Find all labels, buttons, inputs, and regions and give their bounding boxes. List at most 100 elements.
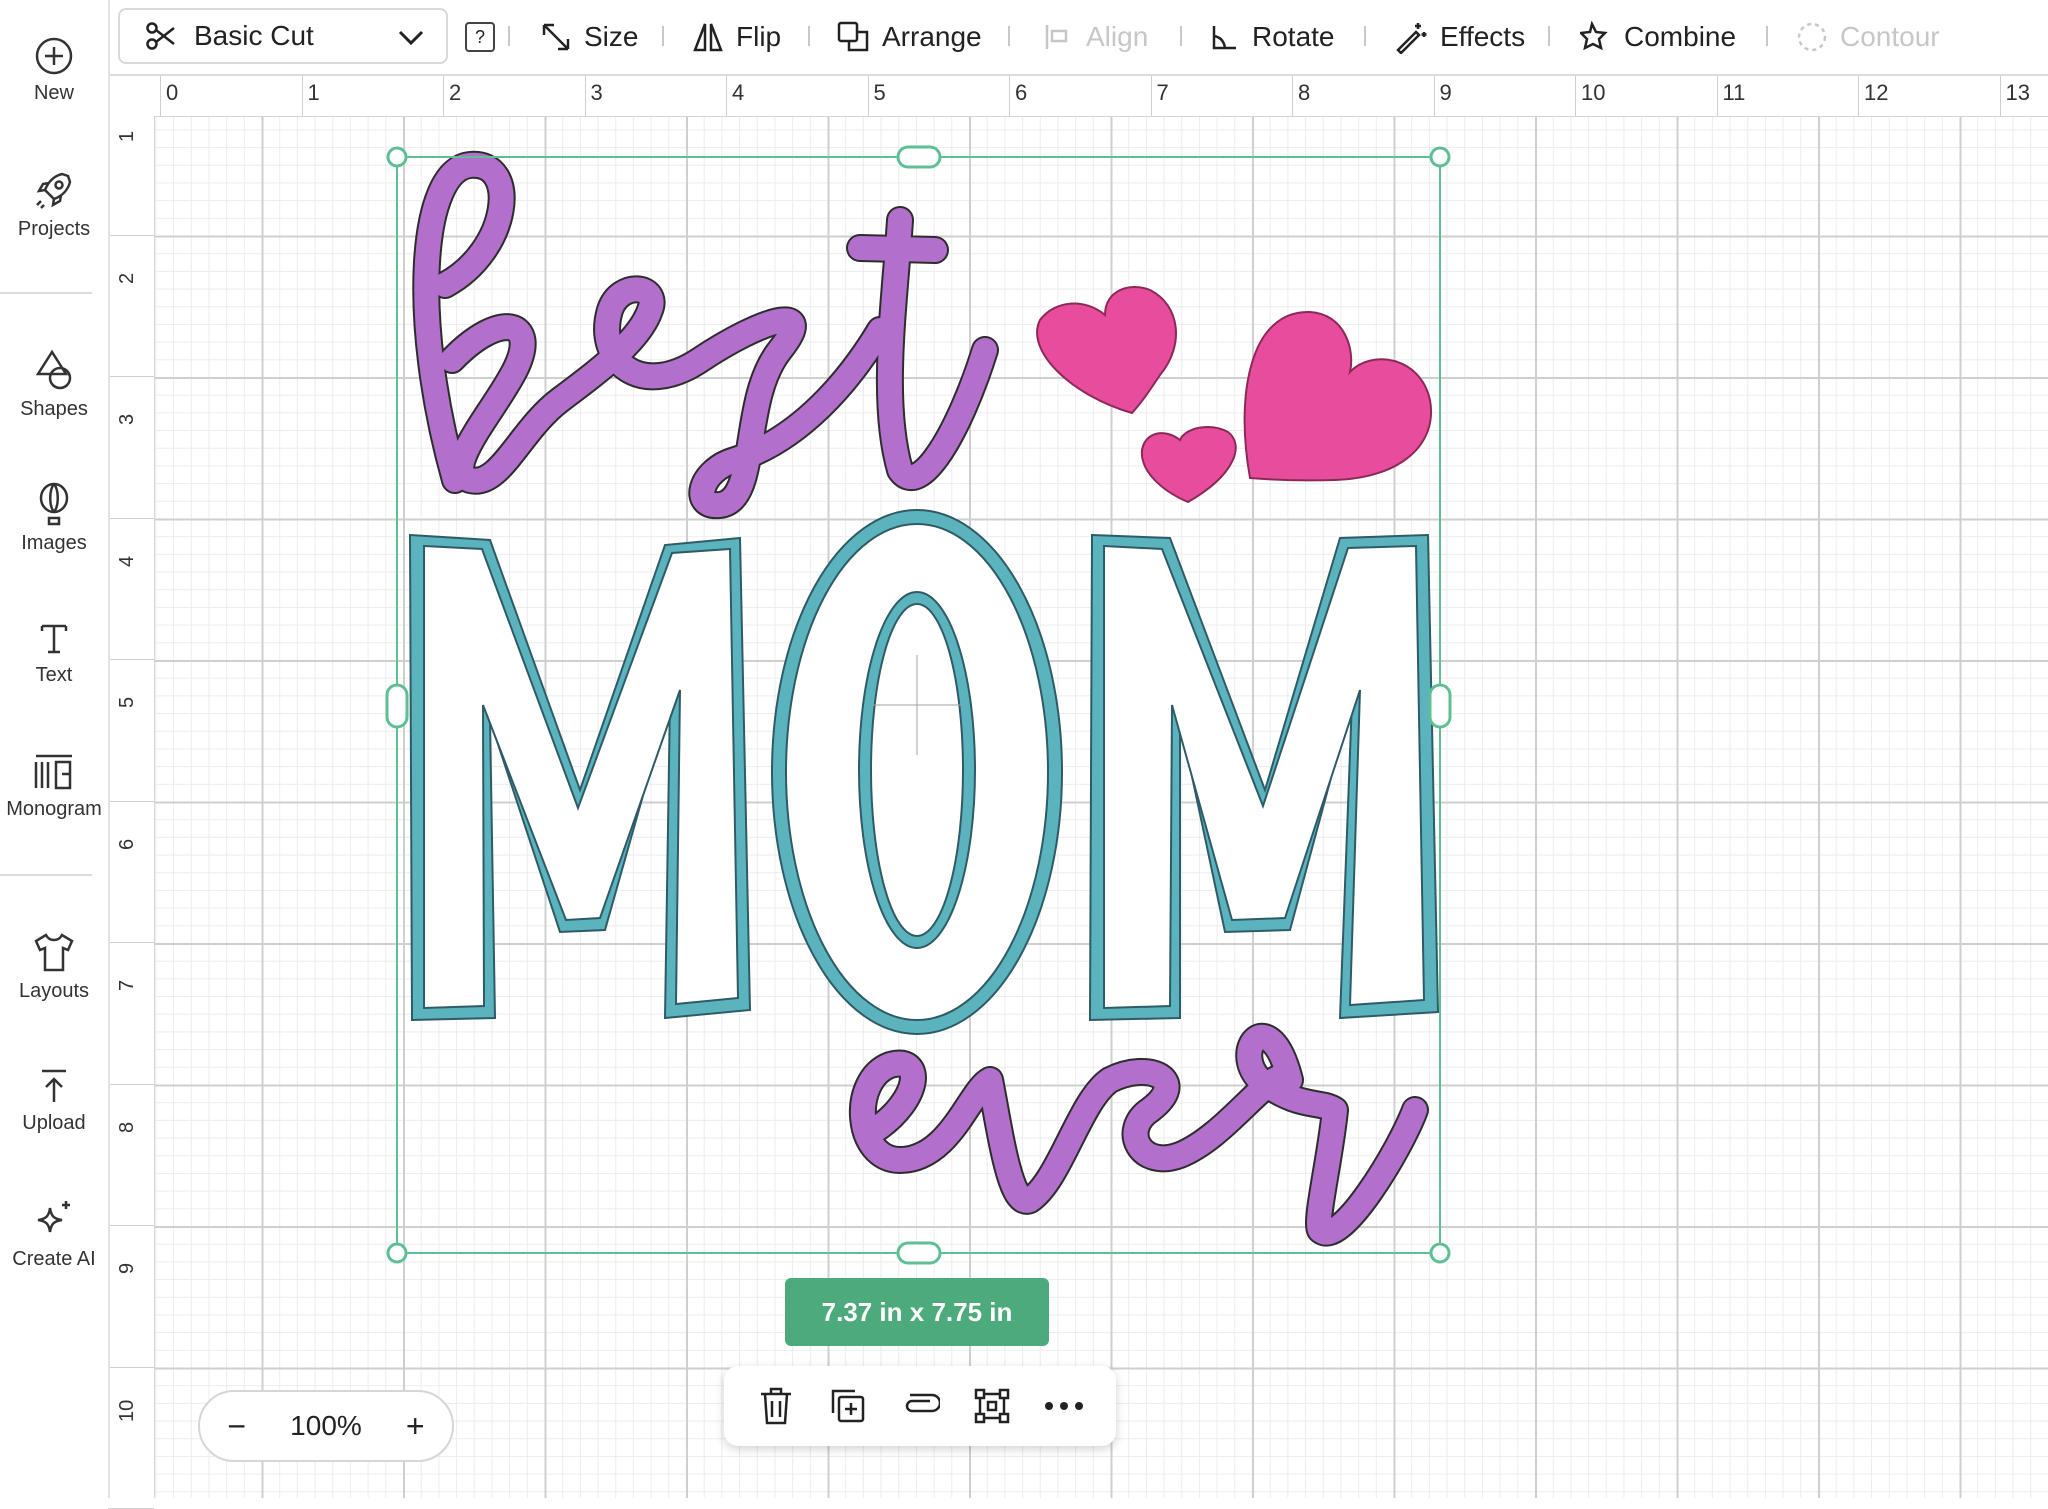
flip-button[interactable]: Flip (692, 14, 781, 60)
ruler-left-tick (108, 942, 154, 943)
duplicate-icon (831, 1389, 865, 1423)
ruler-left-tick (108, 234, 154, 236)
ruler-left-label: 2 (116, 272, 138, 284)
combine-icon (1580, 21, 1608, 51)
more-options-button[interactable] (1040, 1382, 1088, 1430)
ruler-top-label: 7 (1156, 80, 1169, 105)
group-icon (974, 1388, 1010, 1424)
ruler-top-label: 12 (1864, 80, 1889, 105)
size-badge: 7.37 in x 7.75 in (785, 1278, 1049, 1346)
sidebar-item-shapes[interactable]: Shapes (0, 348, 108, 421)
sidebar-label-upload: Upload (22, 1112, 86, 1134)
mom-letter-o[interactable] (771, 509, 1063, 1035)
ruler-top-tick (301, 76, 303, 116)
sidebar-item-images[interactable]: Images (0, 482, 108, 555)
ruler-top-label: 11 (1722, 80, 1746, 105)
plus-circle-icon (35, 37, 73, 75)
ruler-left-tick (108, 376, 154, 377)
ruler-horizontal: 0 1 2 3 4 5 6 7 8 9 10 11 12 13 (108, 76, 2048, 117)
heart-small[interactable] (1140, 425, 1237, 504)
resize-handle-top-left[interactable] (386, 146, 408, 168)
ruler-left-tick (108, 517, 154, 519)
resize-handle-bottom-right[interactable] (1429, 1242, 1451, 1264)
ruler-top-tick (1150, 76, 1152, 116)
sidebar-label-text: Text (35, 664, 73, 686)
ruler-left-label: 7 (116, 979, 138, 991)
left-sidebar: New Projects Shapes Images Text Monogram… (0, 0, 110, 1498)
sidebar-label-layouts: Layouts (18, 980, 90, 1002)
flip-icon (693, 23, 723, 52)
sidebar-divider (0, 874, 92, 876)
ever-word-graphic[interactable] (848, 1022, 1429, 1247)
ruler-top-tick (1433, 76, 1435, 116)
toolbar-divider (808, 26, 810, 46)
ruler-left-label: 4 (116, 555, 138, 567)
toolbar-divider (1180, 26, 1182, 46)
sidebar-item-upload[interactable]: Upload (0, 1066, 108, 1135)
hearts-graphic[interactable] (1036, 286, 1433, 504)
design-canvas[interactable] (155, 117, 2048, 1498)
ruler-left-tick (108, 1225, 154, 1226)
sidebar-label-shapes: Shapes (20, 398, 88, 420)
shapes-icon (35, 349, 72, 390)
zoom-level: 100% (290, 1410, 362, 1441)
contour-button[interactable]: Contour (1796, 14, 1940, 60)
ruler-left-tick (108, 800, 154, 802)
resize-handle-top-right[interactable] (1429, 146, 1451, 168)
scissors-icon (146, 22, 175, 50)
attach-icon (905, 1393, 940, 1413)
sidebar-item-projects[interactable]: Projects (0, 168, 108, 241)
group-button[interactable] (968, 1382, 1016, 1430)
ruler-top-tick (1999, 76, 2001, 116)
more-icon (1045, 1402, 1083, 1410)
resize-handle-left[interactable] (385, 683, 409, 729)
resize-handle-bottom-left[interactable] (386, 1242, 408, 1264)
rotate-button[interactable]: Rotate (1210, 14, 1335, 60)
ruler-top-tick (584, 76, 586, 116)
toolbar-divider (508, 26, 510, 46)
sidebar-item-create-ai[interactable]: Create AI (0, 1198, 108, 1271)
zoom-control: − 100% + (198, 1390, 454, 1462)
duplicate-button[interactable] (824, 1382, 872, 1430)
ruler-top-label: 9 (1439, 80, 1452, 105)
sidebar-item-text[interactable]: Text (0, 618, 108, 687)
zoom-out-button[interactable]: − (217, 1408, 257, 1445)
help-button[interactable]: ? (465, 22, 495, 52)
balloon-icon (39, 482, 69, 526)
shirt-icon (34, 933, 74, 972)
resize-handle-bottom[interactable] (896, 1241, 942, 1265)
combine-button[interactable]: Combine (1580, 14, 1736, 60)
resize-handle-top[interactable] (896, 145, 942, 169)
attach-button[interactable] (896, 1382, 944, 1430)
ruler-left-label: 3 (116, 413, 138, 425)
ruler-left-label: 9 (116, 1262, 138, 1274)
mom-word-graphic[interactable] (408, 509, 1440, 1035)
heart-large[interactable] (1243, 310, 1433, 482)
size-button[interactable]: Size (540, 14, 638, 60)
sidebar-label-create-ai: Create AI (12, 1248, 96, 1270)
ruler-top-tick (160, 76, 161, 116)
sidebar-item-new[interactable]: New (0, 36, 108, 105)
ruler-top-tick (1292, 76, 1293, 116)
resize-handle-right[interactable] (1428, 683, 1452, 729)
align-button[interactable]: Align (1044, 14, 1148, 60)
sparkle-icon (37, 1201, 70, 1233)
arrange-button[interactable]: Arrange (836, 14, 982, 60)
toolbar-divider (1364, 26, 1366, 46)
text-icon (40, 624, 68, 654)
align-icon (1045, 25, 1068, 49)
delete-button[interactable] (752, 1382, 800, 1430)
ruler-top-tick (867, 76, 869, 116)
sidebar-item-layouts[interactable]: Layouts (0, 930, 108, 1003)
zoom-in-button[interactable]: + (395, 1408, 435, 1445)
toolbar-divider (1766, 26, 1768, 46)
cut-type-dropdown[interactable]: Basic Cut (118, 8, 448, 64)
rocket-icon (36, 172, 72, 209)
heart-medium[interactable] (1036, 286, 1177, 415)
sidebar-item-monogram[interactable]: Monogram (0, 752, 108, 821)
effects-button[interactable]: Effects (1394, 14, 1525, 60)
best-word-graphic[interactable] (412, 150, 999, 520)
ruler-top-label: 13 (2005, 80, 2030, 105)
toolbar-divider (1008, 26, 1010, 46)
sidebar-divider (0, 292, 92, 294)
